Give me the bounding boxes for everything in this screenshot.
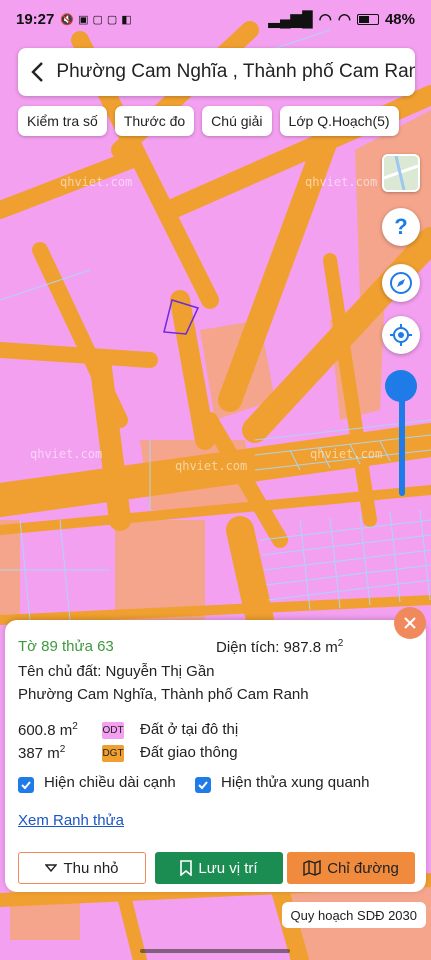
check-icon — [198, 781, 208, 790]
status-bar: 19:27 🔇 ▣ ▢ ▢ ◧ ▂▄▆█ ◠ ◠ 48% — [0, 0, 431, 38]
save-location-label: Lưu vị trí — [198, 859, 258, 877]
svg-text:?: ? — [394, 216, 407, 238]
wifi-icon: ◠ — [318, 11, 332, 28]
notification-icons: 🔇 ▣ ▢ ▢ ◧ — [60, 13, 131, 26]
landuse-desc: Đất ở tại đô thị — [140, 721, 239, 738]
parcel-info-card: Tờ 89 thửa 63 Diện tích: 987.8 m2 Tên ch… — [5, 620, 426, 892]
locate-icon — [390, 324, 412, 346]
close-card-button[interactable] — [394, 607, 426, 639]
landuse-area-value: 387 m — [18, 745, 60, 762]
directions-label: Chỉ đường — [327, 859, 399, 877]
map-layer-icon — [384, 156, 418, 190]
battery-icon — [356, 13, 379, 25]
map-watermark: qhviet.com — [30, 447, 102, 461]
parcel-id: Tờ 89 thửa 63 — [18, 638, 114, 655]
shrink-label: Thu nhỏ — [63, 859, 119, 877]
bookmark-icon — [180, 860, 193, 876]
nfc-icon: ▣ — [78, 13, 89, 26]
view-boundary-link[interactable]: Xem Ranh thửa — [18, 812, 124, 829]
chevron-down-icon — [45, 864, 58, 872]
map-watermark: qhviet.com — [310, 447, 382, 461]
zalo-icon: ▢ — [92, 13, 103, 26]
zalo-icon: ▢ — [106, 13, 118, 26]
area-unit-sup: 2 — [337, 638, 344, 649]
owner-name: Tên chủ đất: Nguyễn Thị Gần — [18, 663, 215, 680]
chevron-left-icon — [31, 62, 44, 82]
planning-layer-label: Quy hoạch SDĐ 2030 — [281, 902, 426, 928]
landuse-area: 600.8 m2 — [18, 721, 78, 739]
chip-measure[interactable]: Thước đo — [114, 106, 195, 136]
edge-length-checkbox[interactable] — [18, 777, 34, 793]
opacity-slider-handle[interactable] — [385, 370, 417, 402]
shrink-button[interactable]: Thu nhỏ — [18, 852, 146, 884]
landuse-area-value: 600.8 m — [18, 722, 73, 739]
map-icon — [303, 860, 321, 876]
parcel-address: Phường Cam Nghĩa, Thành phố Cam Ranh — [18, 686, 309, 703]
chip-check-number[interactable]: Kiểm tra số — [18, 106, 107, 136]
map-watermark: qhviet.com — [60, 175, 132, 189]
tool-chips: Kiểm tra số Thước đo Chú giải Lớp Q.Hoạc… — [18, 106, 399, 136]
chip-legend[interactable]: Chú giải — [202, 106, 272, 136]
landuse-code-badge: ODT — [102, 722, 124, 739]
wifi-icon: ◠ — [337, 11, 351, 28]
landuse-area: 387 m2 — [18, 744, 65, 762]
help-icon: ? — [394, 216, 407, 238]
edge-length-label: Hiện chiều dài cạnh — [44, 774, 176, 791]
neighbors-checkbox[interactable] — [195, 777, 211, 793]
map-layer-button[interactable] — [382, 154, 420, 192]
parcel-area: Diện tích: 987.8 m2 — [216, 638, 343, 656]
home-indicator[interactable] — [140, 949, 290, 953]
compass-button[interactable] — [382, 264, 420, 302]
app-icon: ◧ — [121, 13, 132, 26]
check-icon — [21, 781, 31, 790]
compass-icon — [390, 272, 412, 294]
signal-icon: ▂▄▆█ — [268, 11, 313, 28]
area-unit-sup: 2 — [59, 744, 66, 755]
close-icon — [404, 617, 416, 629]
landuse-desc: Đất giao thông — [140, 744, 238, 761]
parcel-area-value: Diện tích: 987.8 m — [216, 639, 338, 656]
map-watermark: qhviet.com — [305, 175, 377, 189]
battery-percent: 48% — [384, 10, 415, 28]
help-button[interactable]: ? — [382, 208, 420, 246]
neighbors-label: Hiện thửa xung quanh — [221, 774, 370, 791]
save-location-button[interactable]: Lưu vị trí — [155, 852, 283, 884]
directions-button[interactable]: Chỉ đường — [287, 852, 415, 884]
location-title-bar: Phường Cam Nghĩa , Thành phố Cam Ranh — [18, 48, 415, 96]
chip-planning-layers[interactable]: Lớp Q.Hoạch(5) — [279, 106, 399, 136]
area-unit-sup: 2 — [72, 721, 78, 732]
page-title: Phường Cam Nghĩa , Thành phố Cam Ranh — [56, 61, 415, 82]
landuse-code-badge: DGT — [102, 745, 124, 762]
status-time: 19:27 — [16, 10, 55, 28]
back-button[interactable] — [18, 48, 56, 96]
opacity-slider-track[interactable] — [399, 390, 405, 496]
map-watermark: qhviet.com — [175, 459, 247, 473]
mute-icon: 🔇 — [60, 13, 75, 26]
locate-button[interactable] — [382, 316, 420, 354]
